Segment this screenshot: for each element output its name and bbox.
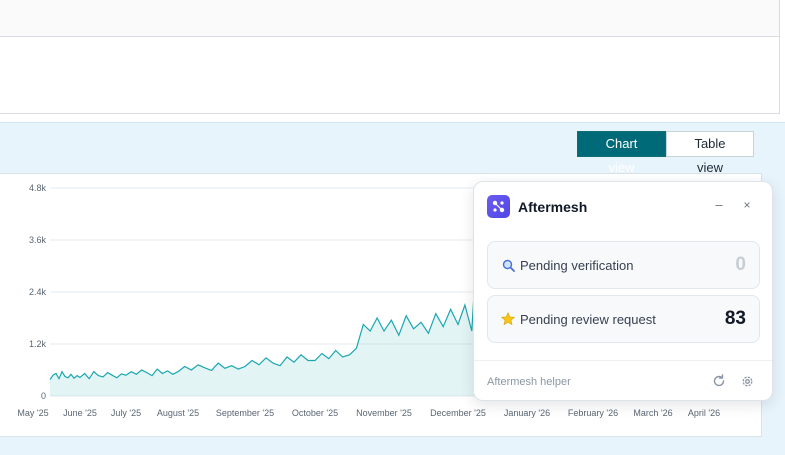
aftermesh-logo-icon [487, 195, 510, 218]
x-tick-label: May '25 [17, 408, 48, 418]
star-icon [501, 312, 515, 326]
x-tick-label: March '26 [633, 408, 672, 418]
x-tick-label: November '25 [356, 408, 412, 418]
series-area [50, 214, 521, 396]
chart-view-button[interactable]: Chart view [577, 131, 666, 175]
aftermesh-widget: Aftermesh – × Pending verification 0 Pen… [473, 181, 773, 401]
y-tick-label: 2.4k [29, 287, 47, 297]
y-tick-label: 0 [41, 391, 46, 401]
x-tick-label: June '25 [63, 408, 97, 418]
stat-value: 0 [735, 254, 746, 275]
widget-header: Aftermesh [487, 195, 587, 218]
widget-footer: Aftermesh helper [474, 360, 772, 401]
top-card [0, 37, 780, 114]
x-tick-label: August '25 [157, 408, 199, 418]
x-tick-label: September '25 [216, 408, 274, 418]
y-tick-label: 1.2k [29, 339, 47, 349]
widget-title: Aftermesh [518, 198, 588, 215]
minimize-button[interactable]: – [711, 197, 727, 213]
x-tick-label: April '26 [688, 408, 720, 418]
pending-review-request-card[interactable]: Pending review request 83 [487, 295, 760, 343]
stat-value: 83 [724, 308, 746, 329]
refresh-icon[interactable] [711, 373, 727, 389]
view-toggle: Chart view Table view [577, 131, 754, 175]
x-tick-label: December '25 [430, 408, 486, 418]
y-tick-label: 4.8k [29, 183, 47, 193]
stat-label: Pending verification [520, 257, 634, 273]
y-tick-label: 3.6k [29, 235, 47, 245]
y-ticks: 0 1.2k 2.4k 3.6k 4.8k [29, 183, 47, 401]
table-view-button[interactable]: Table view [666, 131, 754, 175]
pending-verification-card[interactable]: Pending verification 0 [487, 241, 760, 289]
gear-icon[interactable] [739, 373, 755, 389]
magnifier-icon [501, 258, 515, 272]
x-tick-label: January '26 [504, 408, 550, 418]
aftermesh-helper-link[interactable]: Aftermesh helper [487, 376, 571, 388]
stat-label: Pending review request [520, 311, 656, 327]
page: Chart view Table view 0 1.2k 2.4k 3.6k 4.8k … [0, 0, 785, 455]
x-tick-label: July '25 [111, 408, 141, 418]
top-strip [0, 0, 780, 37]
close-button[interactable]: × [739, 197, 755, 213]
x-tick-label: October '25 [292, 408, 338, 418]
x-tick-label: February '26 [568, 408, 618, 418]
x-ticks: May '25 June '25 July '25 August '25 Septemb… [17, 408, 720, 418]
